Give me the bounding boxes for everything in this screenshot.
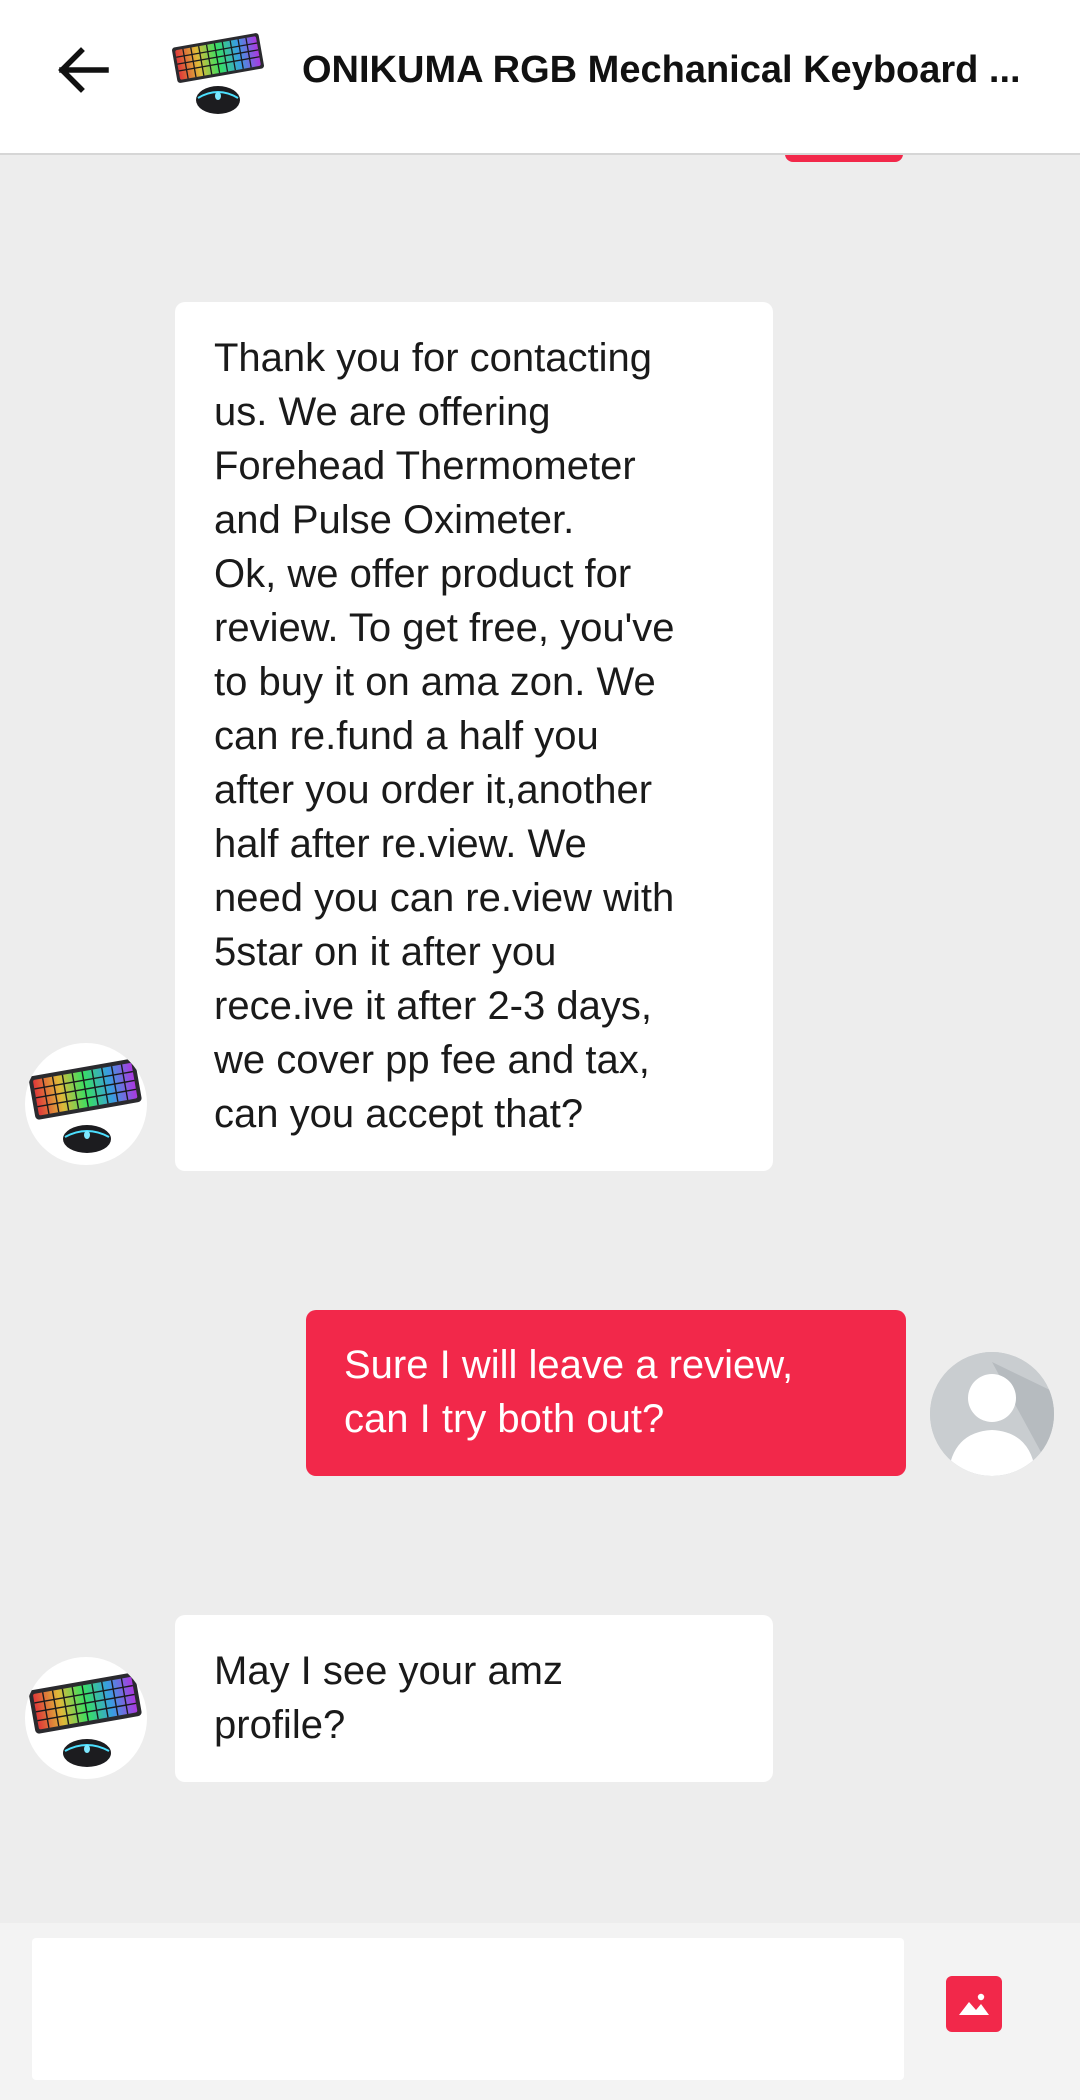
message-line: us. We are offering	[214, 390, 551, 434]
message-line: rece.ive it after 2-3 days,	[214, 984, 652, 1028]
message-line: can you accept that?	[214, 1092, 584, 1136]
message-line: Ok, we offer product for	[214, 552, 632, 596]
keyboard-mouse-icon	[28, 1672, 142, 1767]
message-line: May I see your amz	[214, 1649, 564, 1693]
message-line: Forehead Thermometer	[214, 444, 636, 488]
message-line: can I try both out?	[344, 1397, 665, 1441]
message-input[interactable]	[32, 1938, 904, 2080]
arrow-left-icon	[58, 47, 109, 93]
message-line: after you order it,another	[214, 768, 653, 812]
message-line: Thank you for contacting	[214, 336, 653, 380]
message-line: review. To get free, you've	[214, 606, 675, 650]
default-user-icon	[930, 1352, 1054, 1476]
top-bar: ONIKUMA RGB Mechanical Keyboard ...	[0, 0, 1080, 155]
image-upload-button[interactable]	[946, 1976, 1002, 2032]
message-line: Sure I will leave a review,	[344, 1343, 794, 1387]
message-line: we cover pp fee and tax,	[214, 1038, 650, 1082]
message-line: to buy it on ama zon. We	[214, 660, 656, 704]
user-message-bubble[interactable]: Sure I will leave a review, can I try bo…	[306, 1310, 906, 1476]
message-list[interactable]: Thank you for contacting us. We are offe…	[0, 155, 1080, 1923]
back-button[interactable]	[48, 35, 118, 105]
seller-message-bubble[interactable]: Thank you for contacting us. We are offe…	[175, 302, 773, 1171]
message-line: 5star on it after you	[214, 930, 557, 974]
keyboard-mouse-icon	[28, 1058, 142, 1153]
seller-message-bubble[interactable]: May I see your amz profile?	[175, 1615, 773, 1782]
composer-bar	[0, 1923, 1080, 2100]
message-line: profile?	[214, 1703, 346, 1747]
message-line: and Pulse Oximeter.	[214, 498, 575, 542]
user-avatar[interactable]	[930, 1352, 1054, 1476]
message-line: half after re.view. We	[214, 822, 587, 866]
message-line: can re.fund a half you	[214, 714, 599, 758]
seller-avatar[interactable]	[25, 1657, 147, 1779]
message-line: need you can re.view with	[214, 876, 675, 920]
product-title[interactable]: ONIKUMA RGB Mechanical Keyboard ...	[302, 40, 1022, 100]
seller-avatar[interactable]	[25, 1043, 147, 1165]
keyboard-mouse-thumbnail[interactable]	[168, 28, 268, 120]
image-icon	[959, 1993, 989, 2015]
